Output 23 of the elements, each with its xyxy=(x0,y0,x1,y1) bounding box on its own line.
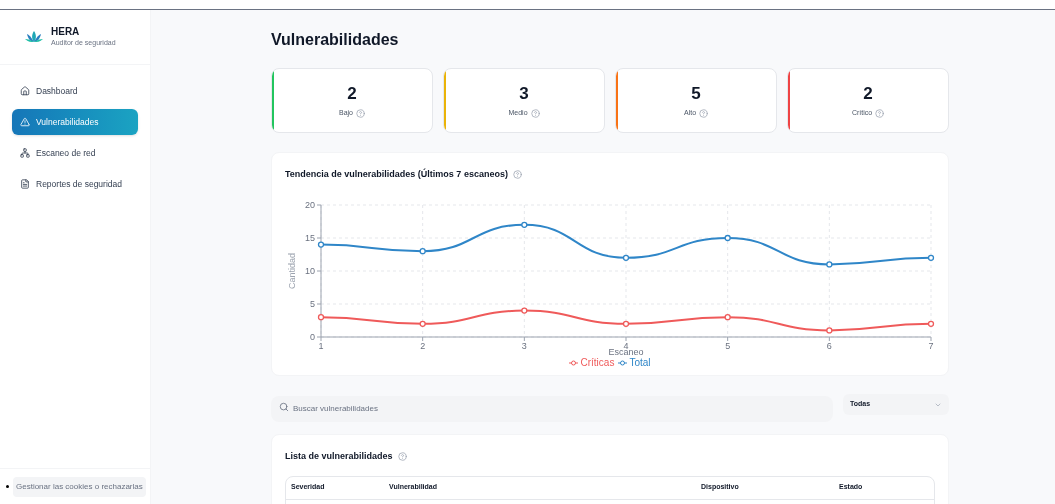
axis-tick-label: 2 xyxy=(420,340,426,351)
axis-tick-label: 6 xyxy=(826,340,832,351)
list-title: Lista de vulnerabilidades xyxy=(285,450,393,463)
severity-count: 3 xyxy=(519,82,529,104)
axis-title: Cantidad xyxy=(287,252,297,289)
axis-tick-label: 10 xyxy=(305,265,315,276)
brand-name: HERA xyxy=(51,25,81,38)
severity-count: 5 xyxy=(691,82,701,104)
axis-tick-label: 7 xyxy=(928,340,934,351)
legend-label: Críticas xyxy=(580,357,615,368)
legend-label: Total xyxy=(629,357,651,368)
axis-tick-label: 15 xyxy=(305,232,315,243)
severity-count: 2 xyxy=(863,82,873,104)
axis-tick-label: 5 xyxy=(725,340,731,351)
severity-count: 2 xyxy=(347,82,357,104)
axis-tick-label: 4 xyxy=(623,340,629,351)
chart-title: Tendencia de vulnerabilidades (Últimos 7 escaneos) xyxy=(285,168,508,181)
axis-tick-label: 5 xyxy=(310,298,315,309)
page-title: Vulnerabilidades xyxy=(271,30,400,50)
axis-tick-label: 1 xyxy=(318,340,324,351)
axis-tick-label: 20 xyxy=(305,199,315,210)
axis-tick-label: 3 xyxy=(521,340,527,351)
axis-tick-label: 0 xyxy=(310,331,315,342)
